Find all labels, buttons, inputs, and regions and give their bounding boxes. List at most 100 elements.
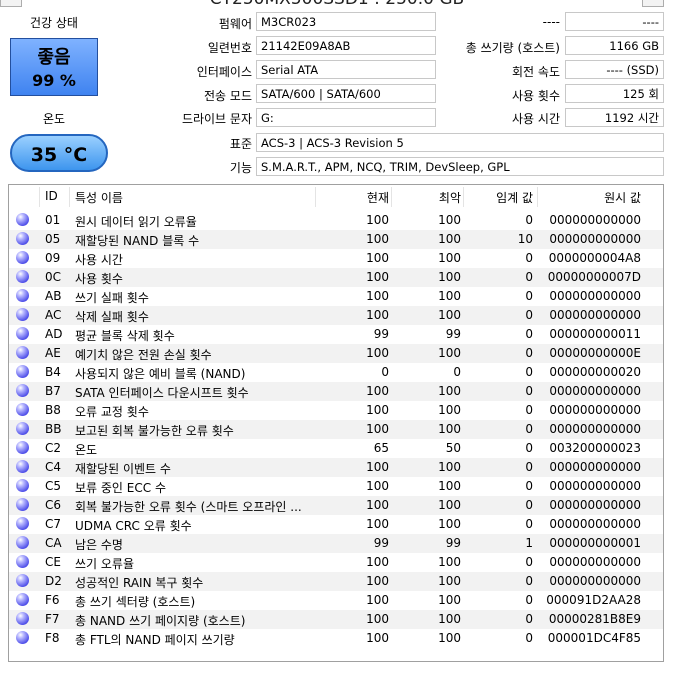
attr-worst: 100	[438, 612, 461, 626]
table-row[interactable]: 09 사용 시간 100 100 0 0000000004A8	[9, 249, 663, 268]
attr-name: 회복 불가능한 오류 횟수 (스마트 오프라인 ...	[75, 500, 302, 514]
rotation-speed-label: 회전 속도	[512, 65, 560, 79]
attr-worst: 0	[453, 365, 461, 379]
top-right-field[interactable]: ----	[565, 12, 664, 31]
attr-name: UDMA CRC 오류 횟수	[75, 519, 192, 533]
attr-raw: 000000000000	[549, 555, 641, 569]
drive-letter-field[interactable]: G:	[256, 108, 436, 127]
attr-raw: 00000000007D	[547, 270, 641, 284]
table-row[interactable]: AD 평균 블록 삭제 횟수 99 99 0 000000000011	[9, 325, 663, 344]
interface-field[interactable]: Serial ATA	[256, 60, 436, 79]
attr-name: 보고된 회복 불가능한 오류 횟수	[75, 424, 234, 438]
attr-worst: 100	[438, 232, 461, 246]
health-percent: 99 %	[32, 71, 76, 90]
attr-worst: 100	[438, 251, 461, 265]
attr-threshold: 0	[525, 308, 533, 322]
table-row[interactable]: C6 회복 불가능한 오류 횟수 (스마트 오프라인 ... 100 100 0 0000…	[9, 496, 663, 515]
attr-id: 05	[45, 232, 61, 246]
serial-field[interactable]: 21142E09A8AB	[256, 36, 436, 55]
table-row[interactable]: C7 UDMA CRC 오류 횟수 100 100 0 000000000000	[9, 515, 663, 534]
table-row[interactable]: CE 쓰기 오류율 100 100 0 000000000000	[9, 553, 663, 572]
table-row[interactable]: 0C 사용 횟수 100 100 0 00000000007D	[9, 268, 663, 287]
health-label: 건강 상태	[30, 16, 78, 30]
attr-threshold: 0	[525, 612, 533, 626]
attr-threshold: 0	[525, 346, 533, 360]
attr-current: 100	[366, 289, 389, 303]
header-threshold[interactable]: 임계 값	[465, 189, 533, 206]
attr-name: 성공적인 RAIN 복구 횟수	[75, 576, 204, 590]
health-status-badge[interactable]: 좋음 99 %	[10, 38, 98, 96]
table-row[interactable]: BB 보고된 회복 불가능한 오류 횟수 100 100 0 000000000000	[9, 420, 663, 439]
table-row[interactable]: D2 성공적인 RAIN 복구 횟수 100 100 0 000000000000	[9, 572, 663, 591]
table-row[interactable]: AC 삭제 실패 횟수 100 100 0 000000000000	[9, 306, 663, 325]
table-row[interactable]: C2 온도 65 50 0 003200000023	[9, 439, 663, 458]
attr-id: F7	[45, 612, 60, 626]
status-dot-icon	[16, 612, 29, 625]
attr-threshold: 0	[525, 441, 533, 455]
header-raw[interactable]: 원시 값	[539, 189, 641, 206]
attr-current: 100	[366, 270, 389, 284]
attr-name: 남은 수명	[75, 538, 123, 552]
power-on-hours-field[interactable]: 1192 시간	[565, 108, 664, 127]
table-row[interactable]: AE 예기치 않은 전원 손실 횟수 100 100 0 00000000000E	[9, 344, 663, 363]
attr-worst: 100	[438, 593, 461, 607]
status-dot-icon	[16, 441, 29, 454]
attr-name: SATA 인터페이스 다운시프트 횟수	[75, 386, 249, 400]
table-row[interactable]: B8 오류 교정 횟수 100 100 0 000000000000	[9, 401, 663, 420]
rotation-speed-field[interactable]: ---- (SSD)	[565, 60, 664, 79]
attr-raw: 000000000000	[549, 574, 641, 588]
table-row[interactable]: C5 보류 중인 ECC 수 100 100 0 000000000000	[9, 477, 663, 496]
attr-worst: 100	[438, 384, 461, 398]
attr-current: 100	[366, 308, 389, 322]
table-body: 01 원시 데이터 읽기 오류율 100 100 0 000000000000 05 재할당된…	[9, 211, 663, 648]
attr-id: CE	[45, 555, 61, 569]
firmware-field[interactable]: M3CR023	[256, 12, 436, 31]
table-row[interactable]: F6 총 쓰기 섹터량 (호스트) 100 100 0 000091D2AA28	[9, 591, 663, 610]
features-label: 기능	[229, 161, 252, 175]
attr-current: 100	[366, 460, 389, 474]
header-current[interactable]: 현재	[319, 189, 389, 206]
attr-current: 100	[366, 612, 389, 626]
table-header: ID 특성 이름 현재 최악 임계 값 원시 값	[9, 185, 663, 209]
temperature-badge[interactable]: 35 °C	[10, 134, 108, 172]
attr-raw: 00000000000E	[549, 346, 641, 360]
attr-current: 100	[366, 403, 389, 417]
attr-raw: 000000000000	[549, 498, 641, 512]
status-dot-icon	[16, 574, 29, 587]
attr-name: 재할당된 이벤트 수	[75, 462, 171, 476]
next-disk-button[interactable]	[642, 0, 664, 7]
attr-current: 100	[366, 384, 389, 398]
smart-table[interactable]: ID 특성 이름 현재 최악 임계 값 원시 값 01 원시 데이터 읽기 오류율…	[8, 184, 664, 662]
status-dot-icon	[16, 327, 29, 340]
header-id[interactable]: ID	[45, 189, 58, 203]
table-row[interactable]: B4 사용되지 않은 예비 블록 (NAND) 0 0 0 000000000020	[9, 363, 663, 382]
table-row[interactable]: AB 쓰기 실패 횟수 100 100 0 000000000000	[9, 287, 663, 306]
transfer-mode-field[interactable]: SATA/600 | SATA/600	[256, 84, 436, 103]
header-worst[interactable]: 최악	[393, 189, 461, 206]
features-field[interactable]: S.M.A.R.T., APM, NCQ, TRIM, DevSleep, GP…	[256, 157, 664, 176]
attr-id: C4	[45, 460, 62, 474]
header-name[interactable]: 특성 이름	[75, 189, 123, 206]
table-row[interactable]: F7 총 NAND 쓰기 페이지량 (호스트) 100 100 0 00000281B8E…	[9, 610, 663, 629]
table-row[interactable]: 05 재할당된 NAND 블록 수 100 100 10 000000000000	[9, 230, 663, 249]
attr-worst: 100	[438, 574, 461, 588]
table-row[interactable]: CA 남은 수명 99 99 1 000000000001	[9, 534, 663, 553]
power-on-hours-label: 사용 시간	[512, 112, 560, 126]
total-writes-field[interactable]: 1166 GB	[565, 36, 664, 55]
attr-name: 평균 블록 삭제 횟수	[75, 329, 175, 343]
prev-disk-button[interactable]	[0, 0, 22, 7]
power-on-count-field[interactable]: 125 회	[565, 84, 664, 103]
table-row[interactable]: 01 원시 데이터 읽기 오류율 100 100 0 000000000000	[9, 211, 663, 230]
attr-threshold: 0	[525, 517, 533, 531]
standard-field[interactable]: ACS-3 | ACS-3 Revision 5	[256, 133, 664, 152]
table-row[interactable]: B7 SATA 인터페이스 다운시프트 횟수 100 100 0 000000000000	[9, 382, 663, 401]
attr-worst: 100	[438, 555, 461, 569]
status-dot-icon	[16, 232, 29, 245]
status-dot-icon	[16, 422, 29, 435]
attr-current: 100	[366, 422, 389, 436]
attr-name: 삭제 실패 횟수	[75, 310, 149, 324]
table-row[interactable]: F8 총 FTL의 NAND 페이지 쓰기량 100 100 0 000001DC4F85	[9, 629, 663, 648]
attr-current: 0	[381, 365, 389, 379]
attr-worst: 100	[438, 289, 461, 303]
table-row[interactable]: C4 재할당된 이벤트 수 100 100 0 000000000000	[9, 458, 663, 477]
